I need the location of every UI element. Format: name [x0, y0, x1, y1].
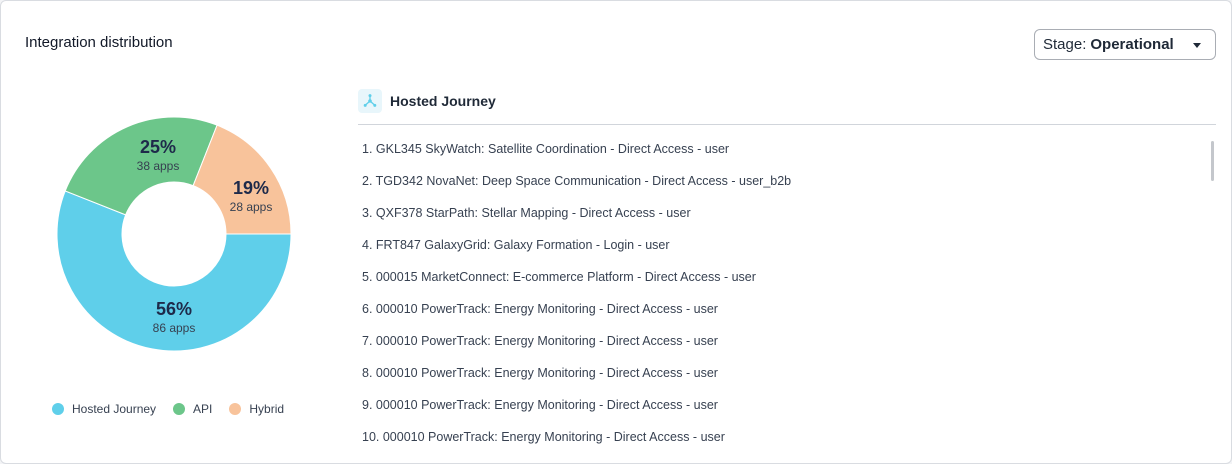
- list-item[interactable]: 9. 000010 PowerTrack: Energy Monitoring …: [362, 389, 1202, 421]
- list-item[interactable]: 10. 000010 PowerTrack: Energy Monitoring…: [362, 421, 1202, 453]
- slice-percent-label: 19%: [233, 178, 269, 198]
- legend-label: API: [193, 402, 213, 416]
- stage-dropdown[interactable]: Stage: Operational: [1034, 29, 1216, 60]
- list-item[interactable]: 7. 000010 PowerTrack: Energy Monitoring …: [362, 325, 1202, 357]
- slice-count-label: 28 apps: [230, 200, 273, 214]
- slice-percent-label: 25%: [140, 137, 176, 157]
- legend-label: Hosted Journey: [72, 402, 157, 416]
- list-item[interactable]: 5. 000015 MarketConnect: E-commerce Plat…: [362, 261, 1202, 293]
- list-item[interactable]: 6. 000010 PowerTrack: Energy Monitoring …: [362, 293, 1202, 325]
- stage-prefix: Stage:: [1043, 36, 1087, 53]
- list-item[interactable]: 4. FRT847 GalaxyGrid: Galaxy Formation -…: [362, 229, 1202, 261]
- legend-item-api[interactable]: API: [173, 402, 212, 416]
- legend-dot: [229, 403, 242, 415]
- legend-label: Hybrid: [249, 402, 285, 416]
- slice-count-label: 38 apps: [137, 159, 180, 173]
- legend-dot: [173, 403, 186, 415]
- integration-distribution-card: Integration distribution Stage: Operatio…: [0, 0, 1232, 464]
- legend-item-hosted-journey[interactable]: Hosted Journey: [52, 402, 156, 416]
- scrollbar-thumb[interactable]: [1211, 141, 1214, 181]
- list-item[interactable]: 1. GKL345 SkyWatch: Satellite Coordinati…: [362, 133, 1202, 165]
- list-item[interactable]: 3. QXF378 StarPath: Stellar Mapping - Di…: [362, 197, 1202, 229]
- chart-legend: Hosted Journey API Hybrid: [52, 402, 301, 416]
- divider: [358, 124, 1216, 125]
- panel-header: Hosted Journey: [358, 89, 496, 113]
- slice-percent-label: 56%: [156, 299, 192, 319]
- hub-icon: [358, 89, 382, 113]
- stage-value: Operational: [1090, 36, 1174, 53]
- legend-dot: [52, 403, 64, 415]
- list-item[interactable]: 2. TGD342 NovaNet: Deep Space Communicat…: [362, 165, 1202, 197]
- slice-count-label: 86 apps: [153, 321, 196, 335]
- caret-down-icon: [1193, 43, 1201, 48]
- donut-chart: 56% 86 apps 25% 38 apps 19% 28 apps: [56, 116, 292, 352]
- panel-title: Hosted Journey: [390, 93, 496, 109]
- legend-item-hybrid[interactable]: Hybrid: [229, 402, 284, 416]
- list-item[interactable]: 8. 000010 PowerTrack: Energy Monitoring …: [362, 357, 1202, 389]
- app-list: 1. GKL345 SkyWatch: Satellite Coordinati…: [362, 133, 1202, 453]
